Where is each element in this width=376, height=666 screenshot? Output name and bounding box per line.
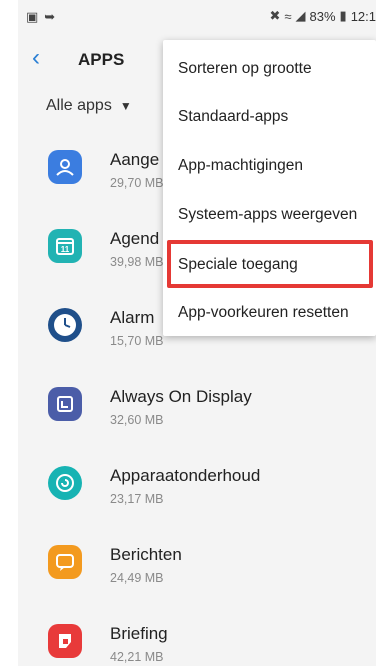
app-name: Alarm [110,308,155,327]
app-name: Aange [110,150,160,169]
mute-icon: ✖ [269,8,281,23]
status-right-icons: ✖ ≈ ◢ 83% ▮ 12:1 [269,8,376,24]
page-title: APPS [78,50,125,69]
back-arrow-icon[interactable]: ‹ [32,46,40,70]
menu-item-sort-by-size[interactable]: Sorteren op grootte [163,44,376,93]
app-size: 24,49 MB [110,571,164,585]
status-left-icons: ▣ ➥ [26,9,55,25]
device-care-icon [48,466,82,500]
app-list-item[interactable]: Berichten 24,49 MB [18,529,376,608]
menu-item-show-system-apps[interactable]: Systeem-apps weergeven [163,190,376,239]
menu-item-default-apps[interactable]: Standaard-apps [163,92,376,141]
calendar-icon: 11 [48,229,82,263]
briefing-icon [48,624,82,658]
app-name: Apparaatonderhoud [110,466,261,485]
menu-item-reset-app-preferences[interactable]: App-voorkeuren resetten [163,288,376,337]
messages-icon [48,545,82,579]
app-name: Briefing [110,624,168,643]
status-bar: ▣ ➥ ✖ ≈ ◢ 83% ▮ 12:1 [18,0,376,34]
app-list-item[interactable]: Always On Display 32,60 MB [18,371,376,450]
clock-time: 12:1 [350,8,376,24]
contacts-icon [48,150,82,184]
highlight-box [167,240,373,288]
filter-label: Alle apps [46,97,112,114]
clock-icon [48,308,82,342]
app-list-item[interactable]: Apparaatonderhoud 23,17 MB [18,450,376,529]
app-name: Berichten [110,545,182,564]
menu-item-app-permissions[interactable]: App-machtigingen [163,141,376,190]
svg-text:11: 11 [61,245,70,254]
app-size: 42,21 MB [110,650,164,664]
always-on-display-icon [48,387,82,421]
app-size: 29,70 MB [110,176,164,190]
app-name: Always On Display [110,387,252,406]
app-size: 32,60 MB [110,413,164,427]
app-filter-dropdown[interactable]: Alle apps ▼ [46,97,132,115]
app-size: 39,98 MB [110,255,164,269]
wifi-icon: ≈ [284,8,292,24]
app-name: Agend [110,229,160,248]
app-size: 15,70 MB [110,334,164,348]
app-list-item[interactable]: Briefing 42,21 MB [18,608,376,666]
battery-percent: 83% [309,8,336,24]
app-size: 23,17 MB [110,492,164,506]
overflow-menu: Sorteren op grootte Standaard-apps App-m… [163,40,376,336]
dropdown-caret-icon: ▼ [119,99,132,113]
battery-icon: ▮ [339,8,347,23]
signal-icon: ◢ [295,8,306,23]
send-notification-icon: ➥ [44,9,56,24]
image-notification-icon: ▣ [26,9,39,24]
